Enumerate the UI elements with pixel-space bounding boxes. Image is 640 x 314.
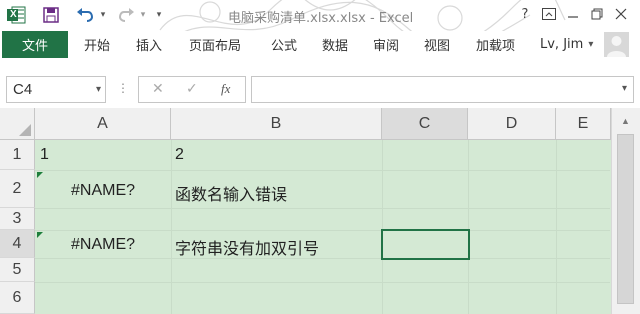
- cell-a2[interactable]: #NAME?: [71, 182, 135, 200]
- row-header-4[interactable]: 4: [0, 230, 35, 258]
- excel-logo-icon[interactable]: X: [4, 4, 28, 26]
- active-cell-c4[interactable]: [381, 229, 470, 260]
- vertical-scrollbar[interactable]: ▲: [611, 108, 640, 314]
- row-header-2[interactable]: 2: [0, 170, 35, 208]
- cell-b4[interactable]: 字符串没有加双引号: [175, 235, 319, 259]
- tab-formulas[interactable]: 公式: [271, 31, 297, 58]
- gridline: [35, 282, 610, 283]
- excel-logo-letter: X: [10, 9, 17, 20]
- undo-dropdown-icon[interactable]: ▾: [98, 4, 108, 26]
- column-header-a[interactable]: A: [35, 108, 171, 140]
- expand-formula-bar-icon[interactable]: ▾: [622, 83, 627, 94]
- formula-bar: C4 ▾ ⋮ ✕ ✓ fx ▾: [0, 72, 640, 108]
- title-bar: X ▾ ▾ ▾ 电脑采购清单.xlsx.xlsx - Excel ?: [0, 0, 640, 31]
- window-title: 电脑采购清单.xlsx.xlsx - Excel: [228, 11, 414, 26]
- save-icon[interactable]: [38, 4, 64, 26]
- formula-input[interactable]: ▾: [251, 76, 634, 103]
- cell-a4[interactable]: #NAME?: [71, 236, 135, 254]
- column-header-e[interactable]: E: [556, 108, 611, 140]
- tab-home[interactable]: 开始: [84, 31, 110, 58]
- user-dropdown-icon: ▾: [588, 39, 594, 50]
- error-indicator-icon[interactable]: [37, 172, 43, 178]
- name-box-dropdown-icon[interactable]: ▾: [96, 77, 101, 102]
- gridline: [468, 140, 469, 314]
- tab-data[interactable]: 数据: [322, 31, 348, 58]
- enter-icon[interactable]: ✓: [186, 81, 198, 97]
- avatar[interactable]: [604, 32, 629, 57]
- select-all-button[interactable]: [0, 108, 35, 140]
- restore-icon[interactable]: [586, 4, 608, 24]
- user-name: Lv, Jim: [540, 37, 584, 52]
- tab-add-ins[interactable]: 加载项: [476, 31, 515, 58]
- minimize-icon[interactable]: [562, 4, 584, 24]
- gridline: [35, 170, 610, 171]
- gridline: [35, 230, 610, 231]
- cancel-icon[interactable]: ✕: [152, 81, 164, 97]
- gridline: [556, 140, 557, 314]
- tab-insert[interactable]: 插入: [136, 31, 162, 58]
- name-box-value: C4: [13, 81, 33, 98]
- help-button[interactable]: ?: [514, 4, 536, 24]
- gridline: [35, 258, 610, 259]
- column-header-c[interactable]: C: [382, 108, 468, 140]
- ribbon-tab-bar: 文件 开始 插入 页面布局 公式 数据 审阅 视图 加载项 Lv, Jim ▾: [0, 31, 640, 59]
- customize-quick-access-icon[interactable]: ▾: [152, 4, 166, 26]
- tab-page-layout[interactable]: 页面布局: [189, 31, 241, 58]
- cell-b2[interactable]: 函数名输入错误: [175, 181, 287, 205]
- insert-function-icon[interactable]: fx: [221, 81, 230, 97]
- row-header-6[interactable]: 6: [0, 282, 35, 314]
- column-header-b[interactable]: B: [171, 108, 382, 140]
- close-icon[interactable]: [610, 4, 632, 24]
- collapsed-ribbon-strip: [0, 58, 640, 72]
- tab-file[interactable]: 文件: [2, 31, 68, 58]
- name-box[interactable]: C4 ▾: [6, 76, 106, 103]
- row-header-5[interactable]: 5: [0, 258, 35, 282]
- undo-icon[interactable]: [72, 4, 98, 26]
- formula-bar-splitter[interactable]: ⋮: [117, 82, 129, 94]
- row-header-1[interactable]: 1: [0, 140, 35, 170]
- ribbon-display-options-icon[interactable]: [538, 4, 560, 24]
- scrollbar-thumb[interactable]: [617, 134, 634, 304]
- tab-review[interactable]: 审阅: [373, 31, 399, 58]
- error-indicator-icon[interactable]: [37, 232, 43, 238]
- gridline: [171, 140, 172, 314]
- redo-icon[interactable]: [116, 4, 138, 26]
- user-account[interactable]: Lv, Jim ▾: [540, 31, 593, 58]
- cell-a1[interactable]: 1: [40, 146, 49, 164]
- column-header-d[interactable]: D: [468, 108, 556, 140]
- tab-view[interactable]: 视图: [424, 31, 450, 58]
- cell-b1[interactable]: 2: [175, 146, 184, 164]
- gridline: [35, 208, 610, 209]
- redo-dropdown-icon[interactable]: ▾: [138, 4, 148, 26]
- gridline: [382, 140, 383, 314]
- worksheet-grid[interactable]: A B C D E 1 2 3 4 5 6 1 2 #NAME? 函数名输入错误…: [0, 108, 640, 314]
- formula-bar-buttons: ✕ ✓ fx: [138, 76, 246, 103]
- scroll-up-icon[interactable]: ▲: [621, 116, 630, 126]
- row-header-3[interactable]: 3: [0, 208, 35, 230]
